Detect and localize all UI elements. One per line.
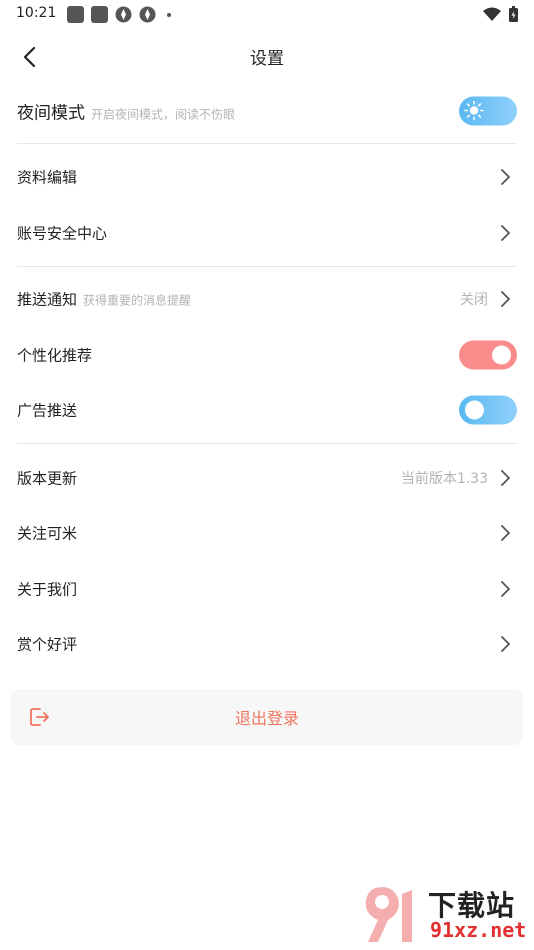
status-bar: 10:21 (0, 0, 534, 28)
section-divider (17, 143, 517, 144)
status-time: 10:21 (16, 5, 57, 21)
night-mode-toggle[interactable] (459, 96, 517, 126)
chevron-right-icon (501, 581, 510, 597)
aperture-icon (139, 6, 156, 23)
ad-push-toggle[interactable] (459, 395, 517, 425)
toggle-knob (492, 345, 511, 365)
push-notification-label: 推送通知 获得重要的消息提醒 (17, 290, 192, 309)
about-us-label: 关于我们 (17, 580, 78, 599)
watermark-logo-icon (365, 887, 412, 942)
more-notifications-icon (167, 12, 171, 17)
app-notification-icon (91, 6, 108, 23)
personalized-recommendation-toggle[interactable] (459, 340, 517, 370)
night-mode-label: 夜间模式 开启夜间模式，阅读不伤眼 (17, 103, 236, 124)
current-version: 当前版本1.33 (400, 471, 488, 487)
top-app-bar: 设置 (0, 36, 534, 76)
logout-button[interactable]: 退出登录 (11, 689, 523, 745)
wifi-icon (483, 7, 501, 21)
aperture-icon (115, 6, 132, 23)
push-notification-status: 关闭 (460, 292, 488, 308)
account-security-row[interactable]: 账号安全中心 (0, 208, 534, 258)
follow-row[interactable]: 关注可米 (0, 508, 534, 558)
chevron-right-icon (501, 525, 510, 541)
ad-push-row: 广告推送 (0, 385, 534, 435)
page-title: 设置 (250, 49, 284, 69)
section-divider (17, 266, 517, 267)
account-security-label: 账号安全中心 (17, 224, 108, 243)
version-update-row[interactable]: 版本更新 当前版本1.33 (0, 453, 534, 503)
app-notification-icon (67, 6, 84, 23)
personalized-recommendation-row: 个性化推荐 (0, 330, 534, 380)
follow-label: 关注可米 (17, 524, 78, 543)
chevron-right-icon (501, 470, 510, 486)
watermark-url: 91xz.net (430, 918, 527, 942)
profile-edit-label: 资料编辑 (17, 168, 78, 187)
personalized-recommendation-label: 个性化推荐 (17, 346, 93, 365)
rate-app-label: 赏个好评 (17, 635, 78, 654)
chevron-right-icon (501, 169, 510, 185)
logout-label: 退出登录 (234, 709, 299, 728)
chevron-right-icon (501, 225, 510, 241)
push-notification-description: 获得重要的消息提醒 (83, 293, 192, 308)
notification-icons (67, 6, 171, 23)
toggle-knob (465, 400, 484, 420)
ad-push-label: 广告推送 (17, 401, 78, 420)
chevron-right-icon (501, 636, 510, 652)
sun-icon (464, 100, 484, 121)
about-us-row[interactable]: 关于我们 (0, 564, 534, 614)
section-divider (17, 443, 517, 444)
rate-app-row[interactable]: 赏个好评 (0, 619, 534, 669)
push-notification-row[interactable]: 推送通知 获得重要的消息提醒 关闭 (0, 274, 534, 324)
version-update-label: 版本更新 (17, 469, 78, 488)
system-icons (483, 6, 518, 22)
battery-icon (509, 6, 518, 22)
chevron-right-icon (501, 291, 510, 307)
night-mode-description: 开启夜间模式，阅读不伤眼 (91, 107, 236, 122)
night-mode-row: 夜间模式 开启夜间模式，阅读不伤眼 (0, 86, 534, 136)
profile-edit-row[interactable]: 资料编辑 (0, 152, 534, 202)
site-watermark: 下载站 91xz.net (358, 884, 528, 946)
